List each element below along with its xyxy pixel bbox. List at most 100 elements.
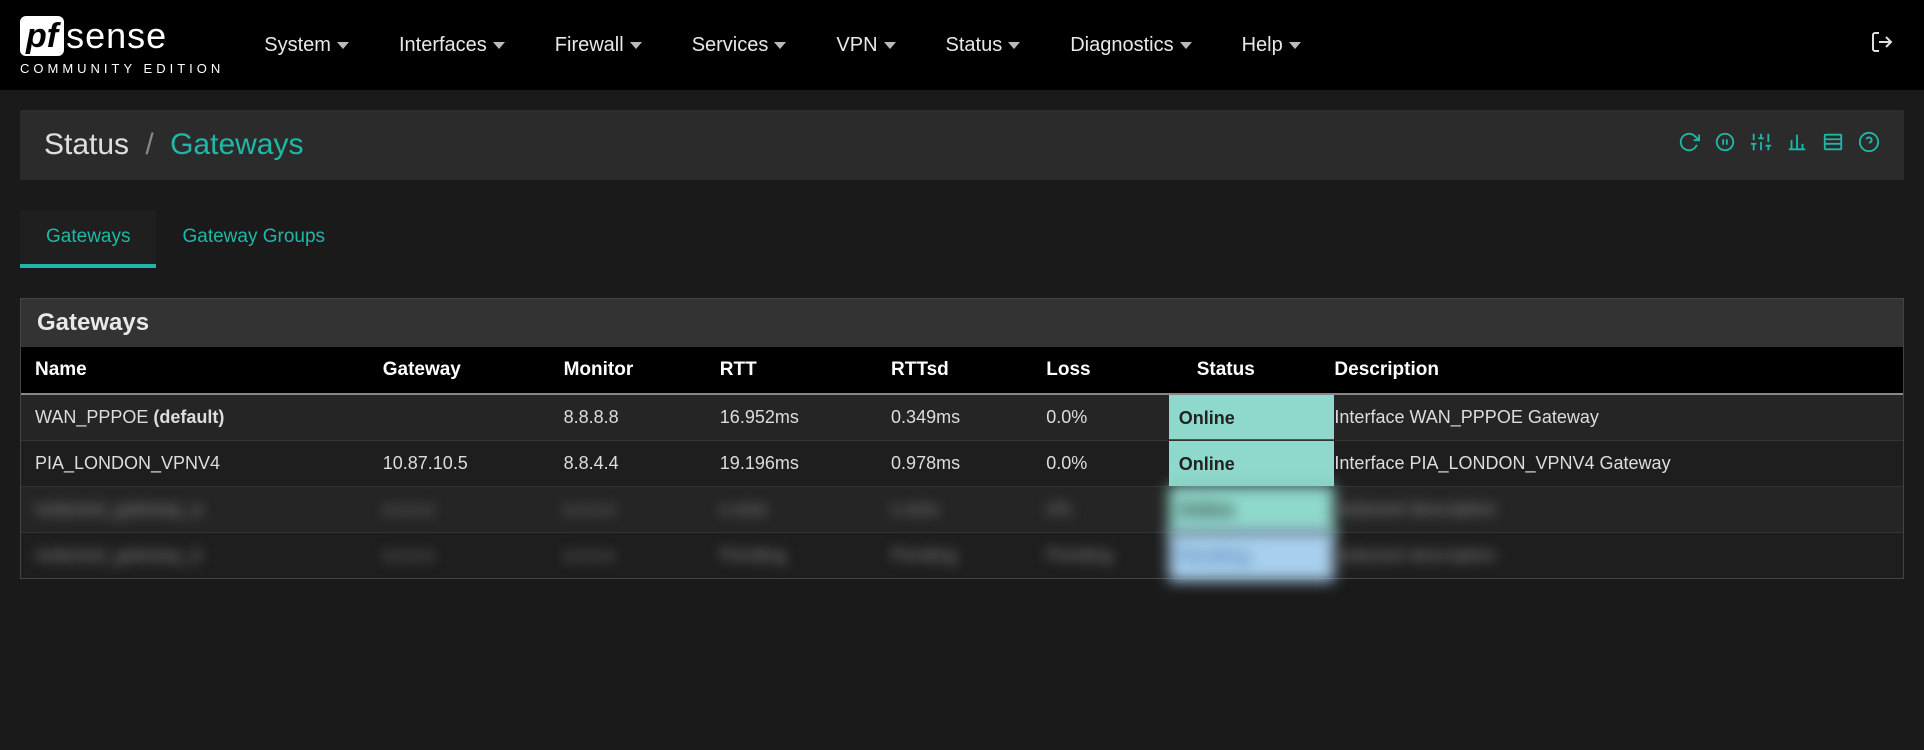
cell-monitor: x.x.x.x bbox=[550, 487, 706, 533]
col-name: Name bbox=[21, 347, 369, 394]
top-navbar: pf sense COMMUNITY EDITION System Interf… bbox=[0, 0, 1924, 90]
cell-loss: Pending bbox=[1032, 533, 1182, 579]
list-icon[interactable] bbox=[1822, 131, 1844, 159]
help-icon[interactable] bbox=[1858, 131, 1880, 159]
cell-description: Interface PIA_LONDON_VPNV4 Gateway bbox=[1320, 441, 1903, 487]
gateways-panel: Gateways Name Gateway Monitor RTT RTTsd … bbox=[20, 298, 1904, 579]
cell-monitor: 8.8.8.8 bbox=[550, 394, 706, 441]
panel-title: Gateways bbox=[21, 299, 1903, 347]
logout-icon[interactable] bbox=[1870, 30, 1894, 60]
cell-rtt: 16.952ms bbox=[706, 394, 877, 441]
cell-status: Online bbox=[1183, 441, 1321, 487]
nav-label: Help bbox=[1242, 34, 1283, 57]
cell-loss: 0.0% bbox=[1032, 441, 1182, 487]
table-row[interactable]: redacted_gateway_ax.x.x.xx.x.x.xx.xmsx.x… bbox=[21, 487, 1903, 533]
breadcrumb-section[interactable]: Status bbox=[44, 128, 129, 161]
breadcrumb-page[interactable]: Gateways bbox=[170, 128, 303, 161]
cell-name: PIA_LONDON_VPNV4 bbox=[21, 441, 369, 487]
cell-gateway: x.x.x.x bbox=[369, 533, 550, 579]
nav-diagnostics[interactable]: Diagnostics bbox=[1070, 34, 1191, 57]
col-status: Status bbox=[1183, 347, 1321, 394]
cell-description: Interface WAN_PPPOE Gateway bbox=[1320, 394, 1903, 441]
cell-gateway bbox=[369, 394, 550, 441]
col-monitor: Monitor bbox=[550, 347, 706, 394]
tab-gateways[interactable]: Gateways bbox=[20, 210, 156, 268]
nav-label: Diagnostics bbox=[1070, 34, 1173, 57]
table-row[interactable]: redacted_gateway_bx.x.x.xx.x.x.xPendingP… bbox=[21, 533, 1903, 579]
nav-items: System Interfaces Firewall Services VPN … bbox=[264, 34, 1870, 57]
cell-loss: 0.0% bbox=[1032, 394, 1182, 441]
nav-label: Services bbox=[692, 34, 769, 57]
cell-rttsd: Pending bbox=[877, 533, 1032, 579]
cell-monitor: x.x.x.x bbox=[550, 533, 706, 579]
cell-rttsd: 0.978ms bbox=[877, 441, 1032, 487]
page-content: Status / Gateways Gateways Gateway Group… bbox=[0, 90, 1924, 599]
caret-down-icon bbox=[1180, 42, 1192, 49]
gateways-table: Name Gateway Monitor RTT RTTsd Loss Stat… bbox=[21, 347, 1903, 578]
caret-down-icon bbox=[630, 42, 642, 49]
nav-help[interactable]: Help bbox=[1242, 34, 1301, 57]
cell-name: redacted_gateway_a bbox=[21, 487, 369, 533]
cell-rttsd: x.xms bbox=[877, 487, 1032, 533]
cell-gateway: 10.87.10.5 bbox=[369, 441, 550, 487]
status-badge: Online bbox=[1169, 485, 1335, 535]
caret-down-icon bbox=[884, 42, 896, 49]
sliders-icon[interactable] bbox=[1750, 131, 1772, 159]
tab-label: Gateway Groups bbox=[182, 226, 325, 247]
cell-rtt: Pending bbox=[706, 533, 877, 579]
cell-name: redacted_gateway_b bbox=[21, 533, 369, 579]
logo-sense: sense bbox=[66, 15, 167, 57]
logo-subtitle: COMMUNITY EDITION bbox=[20, 61, 224, 76]
nav-label: Firewall bbox=[555, 34, 624, 57]
caret-down-icon bbox=[493, 42, 505, 49]
nav-status[interactable]: Status bbox=[946, 34, 1021, 57]
status-badge: Pending bbox=[1169, 531, 1335, 581]
breadcrumb: Status / Gateways bbox=[44, 128, 303, 162]
caret-down-icon bbox=[1289, 42, 1301, 49]
chart-icon[interactable] bbox=[1786, 131, 1808, 159]
tab-gateway-groups[interactable]: Gateway Groups bbox=[156, 210, 351, 268]
tabs: Gateways Gateway Groups bbox=[20, 210, 1904, 268]
nav-label: Status bbox=[946, 34, 1003, 57]
col-gateway: Gateway bbox=[369, 347, 550, 394]
nav-label: System bbox=[264, 34, 331, 57]
pause-icon[interactable] bbox=[1714, 131, 1736, 159]
status-badge: Online bbox=[1169, 439, 1335, 489]
logo[interactable]: pf sense COMMUNITY EDITION bbox=[20, 15, 224, 76]
nav-services[interactable]: Services bbox=[692, 34, 787, 57]
cell-description: redacted description bbox=[1320, 487, 1903, 533]
cell-description: redacted description bbox=[1320, 533, 1903, 579]
nav-system[interactable]: System bbox=[264, 34, 349, 57]
col-rttsd: RTTsd bbox=[877, 347, 1032, 394]
logo-pf: pf bbox=[20, 16, 64, 56]
cell-loss: x% bbox=[1032, 487, 1182, 533]
cell-name: WAN_PPPOE (default) bbox=[21, 394, 369, 441]
nav-label: VPN bbox=[836, 34, 877, 57]
cell-monitor: 8.8.4.4 bbox=[550, 441, 706, 487]
table-header-row: Name Gateway Monitor RTT RTTsd Loss Stat… bbox=[21, 347, 1903, 394]
col-rtt: RTT bbox=[706, 347, 877, 394]
caret-down-icon bbox=[774, 42, 786, 49]
caret-down-icon bbox=[1008, 42, 1020, 49]
cell-gateway: x.x.x.x bbox=[369, 487, 550, 533]
breadcrumb-separator: / bbox=[145, 128, 153, 161]
nav-firewall[interactable]: Firewall bbox=[555, 34, 642, 57]
cell-rtt: x.xms bbox=[706, 487, 877, 533]
cell-status: Online bbox=[1183, 394, 1321, 441]
col-description: Description bbox=[1320, 347, 1903, 394]
table-row[interactable]: WAN_PPPOE (default) 8.8.8.816.952ms0.349m… bbox=[21, 394, 1903, 441]
nav-interfaces[interactable]: Interfaces bbox=[399, 34, 505, 57]
cell-status: Online bbox=[1183, 487, 1321, 533]
cell-rttsd: 0.349ms bbox=[877, 394, 1032, 441]
page-header: Status / Gateways bbox=[20, 110, 1904, 180]
cell-status: Pending bbox=[1183, 533, 1321, 579]
caret-down-icon bbox=[337, 42, 349, 49]
refresh-icon[interactable] bbox=[1678, 131, 1700, 159]
nav-label: Interfaces bbox=[399, 34, 487, 57]
status-badge: Online bbox=[1169, 393, 1335, 443]
table-row[interactable]: PIA_LONDON_VPNV410.87.10.58.8.4.419.196m… bbox=[21, 441, 1903, 487]
col-loss: Loss bbox=[1032, 347, 1182, 394]
cell-rtt: 19.196ms bbox=[706, 441, 877, 487]
nav-vpn[interactable]: VPN bbox=[836, 34, 895, 57]
tab-label: Gateways bbox=[46, 226, 130, 247]
